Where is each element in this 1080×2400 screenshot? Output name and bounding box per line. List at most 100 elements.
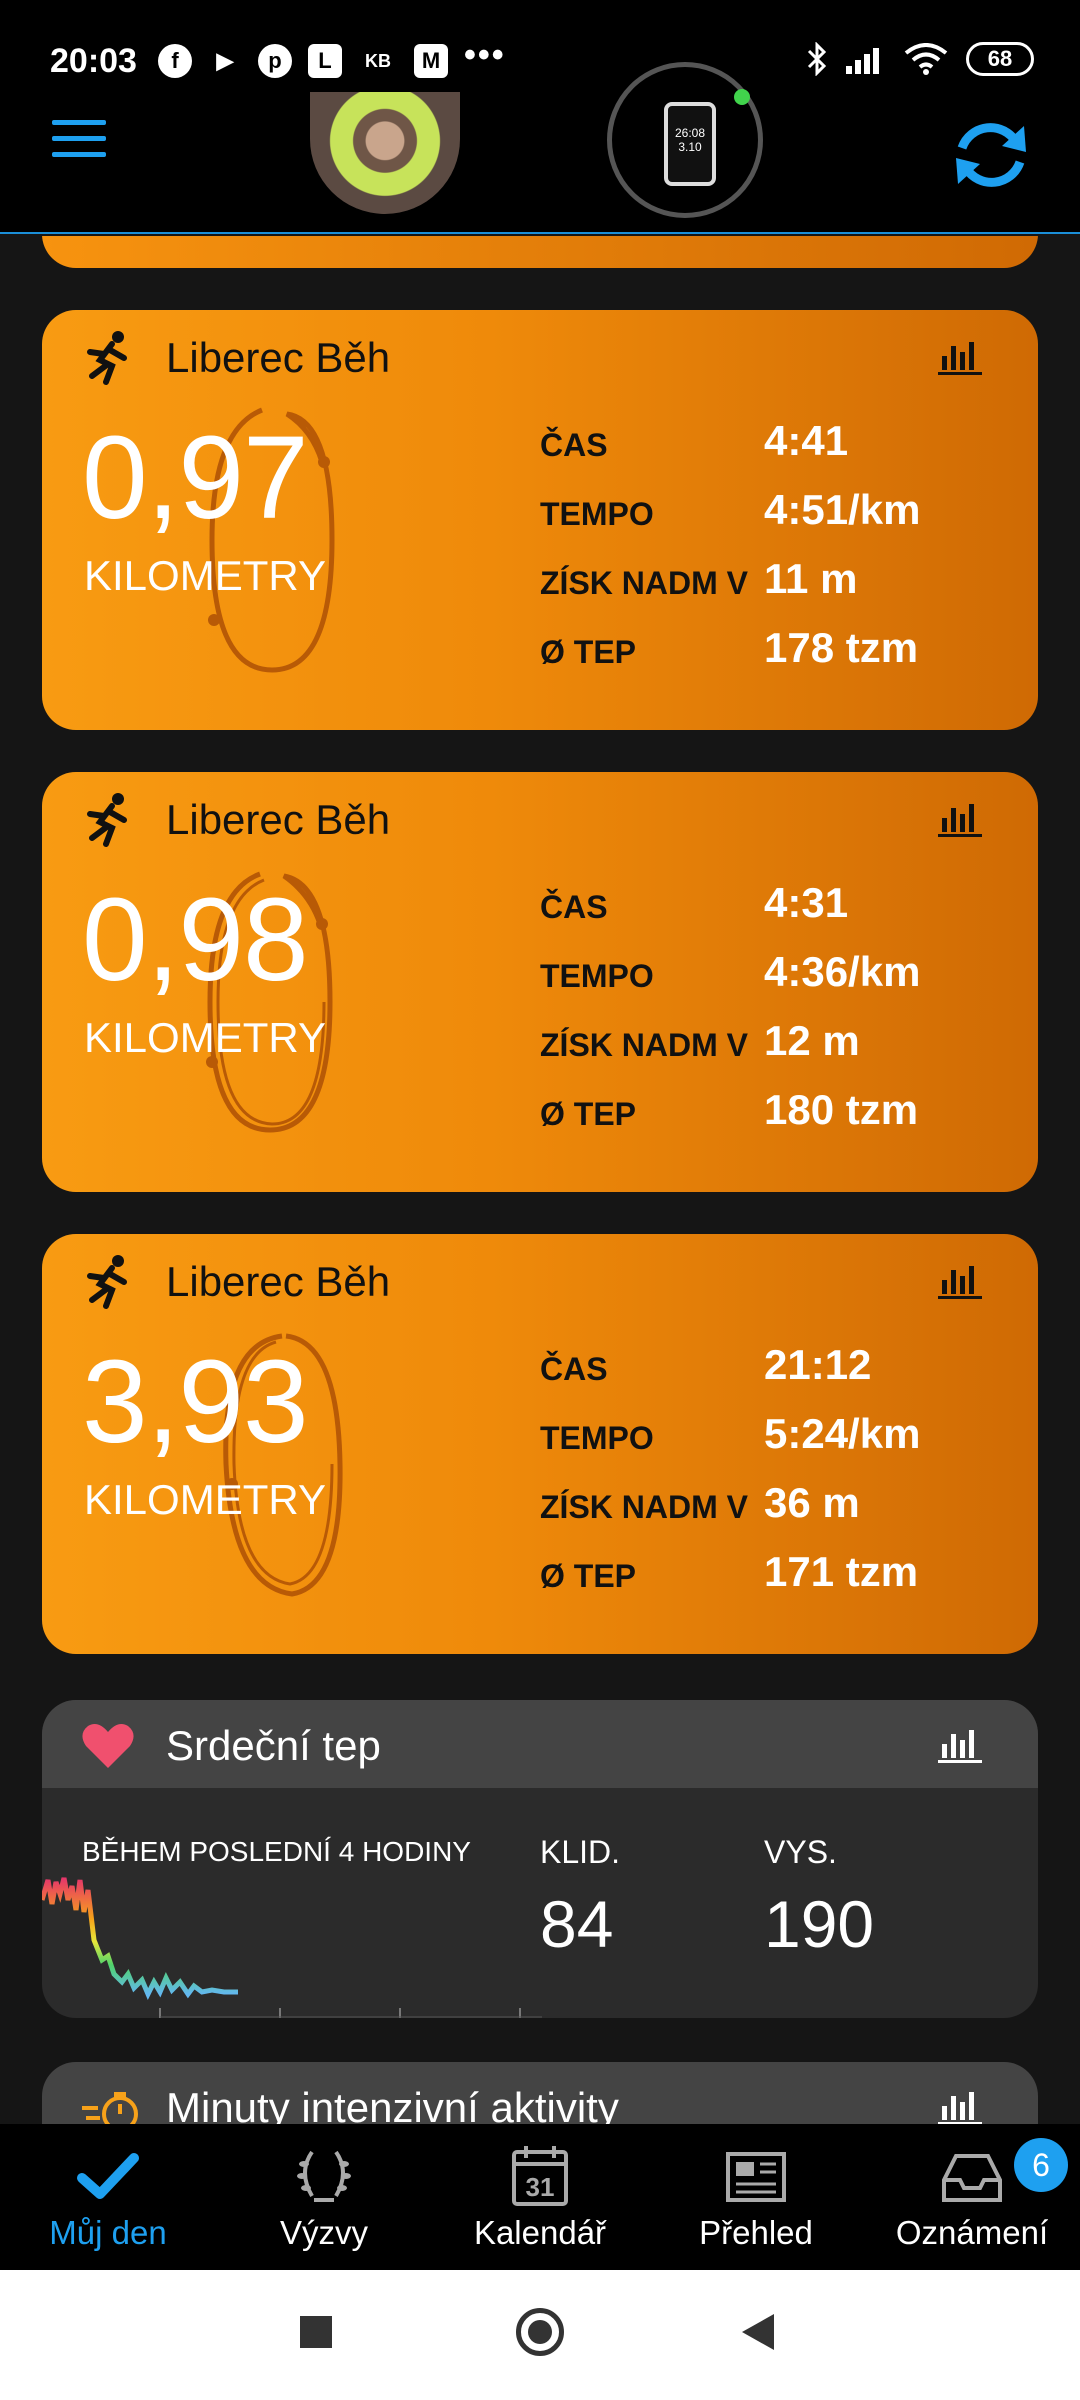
metric-value: 180 tzm bbox=[764, 1086, 919, 1133]
sync-icon[interactable] bbox=[948, 112, 1034, 198]
activity-metrics: ČAS 21:12 TEMPO 5:24/km ZÍSK NADM V 36 m Ø … bbox=[540, 1339, 1020, 1615]
high-hr-label: VYS. bbox=[764, 1834, 837, 1870]
stats-icon[interactable] bbox=[938, 1726, 982, 1764]
home-button[interactable] bbox=[516, 2308, 564, 2356]
watch-time: 26:08 bbox=[674, 126, 706, 140]
heart-rate-title: Srdeční tep bbox=[166, 1722, 381, 1769]
metric-label: TEMPO bbox=[540, 1420, 654, 1456]
notification-icons: f ▶ p L KB M ••• bbox=[158, 36, 506, 78]
heart-icon bbox=[82, 1724, 134, 1768]
device-button[interactable]: 26:08 3.10 bbox=[607, 62, 763, 218]
activity-header: Liberec Běh bbox=[84, 328, 390, 388]
metric-label: ČAS bbox=[540, 427, 608, 463]
metric-value: 12 m bbox=[764, 1017, 860, 1064]
heart-rate-header: Srdeční tep bbox=[42, 1700, 1038, 1788]
lidl-plus-icon: L bbox=[308, 44, 342, 78]
distance-value: 0,98 bbox=[82, 874, 309, 1006]
distance-unit: KILOMETRY bbox=[84, 1476, 326, 1523]
metric-value: 4:31 bbox=[764, 879, 849, 926]
system-status-icons: 68 bbox=[806, 42, 1034, 76]
previous-activity-card[interactable] bbox=[42, 236, 1038, 268]
runner-icon bbox=[87, 331, 127, 385]
activity-card[interactable]: Liberec Běh 0,98 KILOMETRY ČAS 4:31 TEMPO… bbox=[42, 772, 1038, 1192]
activity-metrics: ČAS 4:41 TEMPO 4:51/km ZÍSK NADM V 11 m Ø T… bbox=[540, 415, 1020, 691]
distance-unit: KILOMETRY bbox=[84, 1014, 326, 1061]
metric-label: Ø TEP bbox=[540, 1558, 637, 1594]
recent-apps-button[interactable] bbox=[300, 2316, 332, 2348]
battery-indicator: 68 bbox=[966, 42, 1034, 76]
newsfeed-icon bbox=[726, 2152, 786, 2202]
activity-card[interactable]: Liberec Běh 3,93 KILOMETRY ČAS 21:12 TEMP… bbox=[42, 1234, 1038, 1654]
metric-label: ZÍSK NADM V bbox=[540, 1027, 748, 1063]
metric-value: 171 tzm bbox=[764, 1548, 919, 1595]
stats-icon[interactable] bbox=[938, 338, 982, 376]
nav-label: Výzvy bbox=[279, 2214, 368, 2251]
nav-label: Můj den bbox=[49, 2214, 167, 2251]
stopwatch-icon bbox=[82, 2092, 138, 2124]
metric-elevation: ZÍSK NADM V 36 m bbox=[540, 1477, 1020, 1546]
distance-value: 3,93 bbox=[82, 1336, 309, 1468]
heart-rate-card[interactable]: Srdeční tep BĚHEM POSLEDNÍ 4 HODINY KLID… bbox=[42, 1700, 1038, 2018]
bluetooth-icon bbox=[807, 42, 827, 76]
nav-overview[interactable]: Přehled bbox=[648, 2124, 864, 2270]
nav-label: Kalendář bbox=[473, 2214, 607, 2251]
metric-label: ZÍSK NADM V bbox=[540, 565, 748, 601]
stats-icon[interactable] bbox=[938, 2088, 982, 2124]
intensity-minutes-card[interactable]: Minuty intenzivní aktivity bbox=[42, 2062, 1038, 2124]
play-store-icon: ▶ bbox=[216, 48, 234, 73]
metric-pace: TEMPO 4:51/km bbox=[540, 484, 1020, 553]
metric-label: ČAS bbox=[540, 1351, 608, 1387]
metric-avg-hr: Ø TEP 180 tzm bbox=[540, 1084, 1020, 1153]
metric-label: TEMPO bbox=[540, 958, 654, 994]
checkmark-icon bbox=[77, 2153, 139, 2199]
stats-icon[interactable] bbox=[938, 800, 982, 838]
distance-unit: KILOMETRY bbox=[84, 552, 326, 599]
metric-label: Ø TEP bbox=[540, 634, 637, 670]
facebook-icon: f bbox=[158, 44, 192, 78]
metric-value: 11 m bbox=[764, 555, 858, 602]
stats-icon[interactable] bbox=[938, 1262, 982, 1300]
intensity-minutes-title: Minuty intenzivní aktivity bbox=[166, 2084, 619, 2124]
nav-notifications[interactable]: 6 Oznámení bbox=[864, 2124, 1080, 2270]
activity-title: Liberec Běh bbox=[166, 1258, 391, 1305]
runner-icon bbox=[87, 1255, 127, 1309]
heart-rate-period: BĚHEM POSLEDNÍ 4 HODINY bbox=[82, 1836, 471, 1867]
wifi-icon bbox=[904, 43, 948, 75]
metric-elevation: ZÍSK NADM V 11 m bbox=[540, 553, 1020, 622]
signal-icon bbox=[846, 48, 879, 74]
metric-label: Ø TEP bbox=[540, 1096, 637, 1132]
metric-avg-hr: Ø TEP 178 tzm bbox=[540, 622, 1020, 691]
metric-value: 4:51/km bbox=[764, 486, 921, 533]
more-notifications-icon: ••• bbox=[464, 35, 506, 74]
activity-title: Liberec Běh bbox=[166, 796, 391, 843]
activity-metrics: ČAS 4:31 TEMPO 4:36/km ZÍSK NADM V 12 m Ø T… bbox=[540, 877, 1020, 1153]
back-button[interactable] bbox=[742, 2314, 774, 2350]
nav-label: Přehled bbox=[699, 2214, 813, 2251]
my-day-feed[interactable]: Liberec Běh 0,97 KILOMETRY ČAS 4:41 TEMPO… bbox=[0, 236, 1080, 2124]
nav-calendar[interactable]: 31 Kalendář bbox=[432, 2124, 648, 2270]
system-navigation-bar bbox=[0, 2270, 1080, 2400]
activity-header: Liberec Běh bbox=[84, 1252, 390, 1312]
calendar-icon: 31 bbox=[512, 2146, 568, 2206]
metric-value: 178 tzm bbox=[764, 624, 919, 671]
metric-time: ČAS 4:31 bbox=[540, 877, 1020, 946]
profile-avatar[interactable] bbox=[310, 92, 460, 214]
metric-time: ČAS 21:12 bbox=[540, 1339, 1020, 1408]
heart-rate-sparkline bbox=[42, 1877, 542, 2018]
metric-value: 4:41 bbox=[764, 417, 849, 464]
metric-label: TEMPO bbox=[540, 496, 654, 532]
metric-elevation: ZÍSK NADM V 12 m bbox=[540, 1015, 1020, 1084]
nav-my-day[interactable]: Můj den bbox=[0, 2124, 216, 2270]
metric-value: 36 m bbox=[764, 1479, 860, 1526]
calendar-day: 31 bbox=[526, 2172, 555, 2202]
activity-title: Liberec Běh bbox=[166, 334, 391, 381]
app-bar: 26:08 3.10 bbox=[0, 62, 1080, 234]
nav-challenges[interactable]: Výzvy bbox=[216, 2124, 432, 2270]
activity-card[interactable]: Liberec Běh 0,97 KILOMETRY ČAS 4:41 TEMPO… bbox=[42, 310, 1038, 730]
distance-value: 0,97 bbox=[82, 412, 309, 544]
metric-value: 21:12 bbox=[764, 1341, 872, 1388]
metric-label: ČAS bbox=[540, 889, 608, 925]
menu-icon[interactable] bbox=[52, 120, 106, 168]
kb-icon: KB bbox=[365, 50, 391, 71]
metric-value: 5:24/km bbox=[764, 1410, 921, 1457]
